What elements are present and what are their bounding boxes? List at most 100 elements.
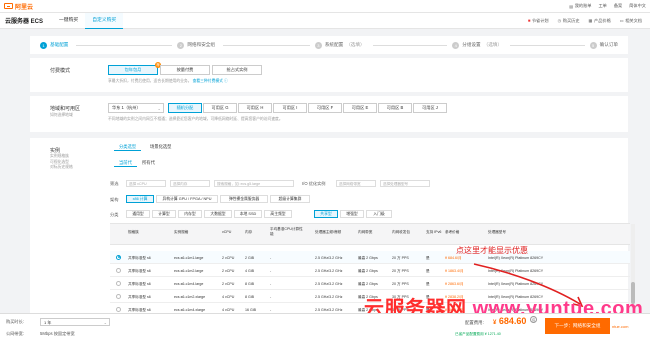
row-radio[interactable]: [116, 306, 121, 312]
billing-hint: 享最大折扣，付费后使用，适合长期使用的业务。 查看三种付费模式 ⓘ: [108, 79, 228, 83]
filing-link[interactable]: 备案: [614, 3, 622, 9]
cat-shared[interactable]: 共享型: [314, 210, 338, 218]
product-name: 云服务器 ECS: [5, 19, 44, 25]
region-help-link[interactable]: 如何选择地域: [50, 113, 94, 119]
tab-scenario-select[interactable]: 场景化选型: [145, 142, 176, 151]
pricing-link[interactable]: ▦ 产品价格: [589, 18, 611, 24]
cell-frequency: 2.5 GHz/3.2 GHz: [315, 268, 343, 273]
language-link[interactable]: 简体中文: [629, 3, 646, 9]
region-hint: 不同地域的实例之间内网互不相通；选择靠近您客户的地域，可降低网络时延、提高您客户…: [108, 117, 283, 121]
tab-custom-buy[interactable]: 自定义购买: [85, 12, 124, 29]
zone-g[interactable]: 可用区 G: [203, 103, 237, 113]
col-frequency[interactable]: 处理器主频/睿频: [315, 230, 341, 235]
tab-current-gen[interactable]: 当前代: [114, 158, 137, 167]
billing-payg-button[interactable]: 按量付费: [160, 65, 210, 75]
cell-pps: 20 万 PPS: [392, 281, 409, 286]
ticket-link[interactable]: 工单: [598, 3, 606, 9]
row-radio[interactable]: [116, 293, 121, 299]
arch-super-computing[interactable]: 超级计算集群: [270, 195, 310, 203]
col-family[interactable]: 规格族: [128, 230, 139, 235]
zone-i[interactable]: 可用区 I: [273, 103, 307, 113]
cell-vcpu: 2 vCPU: [222, 255, 235, 260]
bills-link[interactable]: ▤ 我的账单: [569, 3, 591, 9]
step-confirm-order[interactable]: 5 确认订单: [589, 41, 618, 49]
cat-general[interactable]: 通用型: [126, 210, 150, 218]
step-divider: [510, 44, 585, 46]
cell-bandwidth: 最高 2 Gbps: [358, 255, 378, 260]
arch-heterogeneous[interactable]: 异构计算 GPU / FPGA / NPU: [156, 195, 218, 203]
step-network[interactable]: 2 网络和安全组: [177, 41, 314, 49]
next-step-button[interactable]: 下一步：网络和安全组: [545, 318, 610, 334]
io-optimized-label: I/O 优化实例: [302, 181, 326, 186]
col-spec[interactable]: 实例规格: [174, 230, 188, 235]
row-radio[interactable]: [116, 267, 121, 273]
step-grouping[interactable]: 4 分组设置 （选填）: [452, 41, 589, 49]
cell-memory: 4 GiB: [245, 268, 254, 273]
savings-plan-link[interactable]: ■ 节省计划: [528, 18, 549, 24]
col-pps[interactable]: 内网收发包: [392, 230, 410, 235]
arch-bare-metal[interactable]: 弹性裸金属服务器: [220, 195, 268, 203]
row-radio[interactable]: [116, 280, 121, 286]
spec-search-input[interactable]: 搜索规格，如: ecs.g5.large: [214, 180, 294, 187]
billing-spot-button[interactable]: 抢占式实例: [212, 65, 262, 75]
col-price[interactable]: 参考价格: [445, 230, 459, 235]
zone-e[interactable]: 可用区 E: [343, 103, 377, 113]
cell-frequency: 2.5 GHz/3.2 GHz: [315, 294, 343, 299]
cat-compute[interactable]: 计算型: [152, 210, 176, 218]
cell-baseline: -: [270, 255, 272, 260]
region-select[interactable]: 华东 1（杭州） ⌄: [108, 103, 164, 113]
cell-spec: ecs.s6-c1m2.large: [174, 268, 204, 273]
config-fee-label: 配置费用:: [465, 320, 484, 325]
col-ipv6[interactable]: 支持 IPv6: [426, 230, 441, 235]
zone-h[interactable]: 可用区 H: [238, 103, 272, 113]
col-bandwidth[interactable]: 内网带宽: [358, 230, 372, 235]
cat-memory[interactable]: 内存型: [178, 210, 202, 218]
billing-label: 付费模式: [50, 68, 71, 74]
cell-vcpu: 4 vCPU: [222, 307, 235, 312]
step-system-config[interactable]: 3 系统配置 （选填）: [314, 41, 452, 49]
cat-local-ssd[interactable]: 本地 SSD: [234, 210, 262, 218]
memory-filter[interactable]: 选择内存: [170, 180, 210, 187]
zone-random[interactable]: 随机分配: [168, 103, 202, 113]
price-icon: ▦: [588, 18, 593, 23]
zone-f[interactable]: 可用区 F: [308, 103, 342, 113]
col-cpu-model[interactable]: 处理器型号: [488, 230, 506, 235]
annotation-text: 点这里才能显示优惠: [456, 246, 528, 255]
cpu-model-filter[interactable]: 选择处理器型号: [380, 180, 430, 187]
cell-spec: ecs.s6-c1m2.xlarge: [174, 294, 206, 299]
region-label: 地域和可用区: [50, 106, 81, 112]
cell-vcpu: 2 vCPU: [222, 281, 235, 286]
purchase-history-link[interactable]: ◷ 购买历史: [558, 18, 580, 24]
vcpu-filter[interactable]: 选择 vCPU: [126, 180, 166, 187]
duration-select[interactable]: 1 年 ⌄: [40, 318, 110, 326]
bandwidth-filter[interactable]: 选择网络带宽: [336, 180, 376, 187]
zone-b[interactable]: 可用区 B: [378, 103, 412, 113]
row-radio[interactable]: [116, 254, 121, 260]
cat-entry[interactable]: 入门级: [366, 210, 392, 218]
history-icon: ◷: [557, 18, 562, 23]
col-memory[interactable]: 内存: [245, 230, 252, 235]
cat-bigdata[interactable]: 大数据型: [204, 210, 232, 218]
chevron-down-icon: ⌄: [157, 105, 161, 111]
cell-family: 共享标准型 s6: [128, 294, 151, 299]
arch-x86[interactable]: x86 计算: [126, 195, 154, 203]
doc-icon: ▭: [619, 18, 624, 23]
zone-j[interactable]: 可用区 J: [413, 103, 447, 113]
tab-all-gen[interactable]: 所有代: [137, 158, 160, 167]
billing-subscription-button[interactable]: 包年包月: [108, 65, 158, 75]
instance-help-links: 实例规格族 可视化选型 对标历史规格: [50, 154, 94, 171]
col-baseline[interactable]: 平均基准CPU计算性能: [270, 227, 306, 236]
step-basic-config[interactable]: 1 基础配置: [40, 41, 177, 49]
cell-bandwidth: 最高 2 Gbps: [358, 281, 378, 286]
aliyun-logo[interactable]: 阿里云: [4, 2, 33, 11]
billing-compare-link[interactable]: 查看三种付费模式: [193, 79, 223, 83]
cell-family: 共享标准型 s6: [128, 307, 151, 312]
tab-category-select[interactable]: 分类选型: [114, 142, 142, 151]
docs-link[interactable]: ▭ 相关文档: [620, 18, 642, 24]
legacy-spec-link[interactable]: 对标历史规格: [50, 165, 94, 171]
cat-high-freq[interactable]: 高主频型: [264, 210, 292, 218]
col-vcpu[interactable]: vCPU: [222, 230, 231, 235]
tab-quick-buy[interactable]: 一键购买: [52, 13, 85, 29]
price-detail-icon[interactable]: 省: [530, 316, 537, 323]
cat-enhanced[interactable]: 增强型: [340, 210, 364, 218]
